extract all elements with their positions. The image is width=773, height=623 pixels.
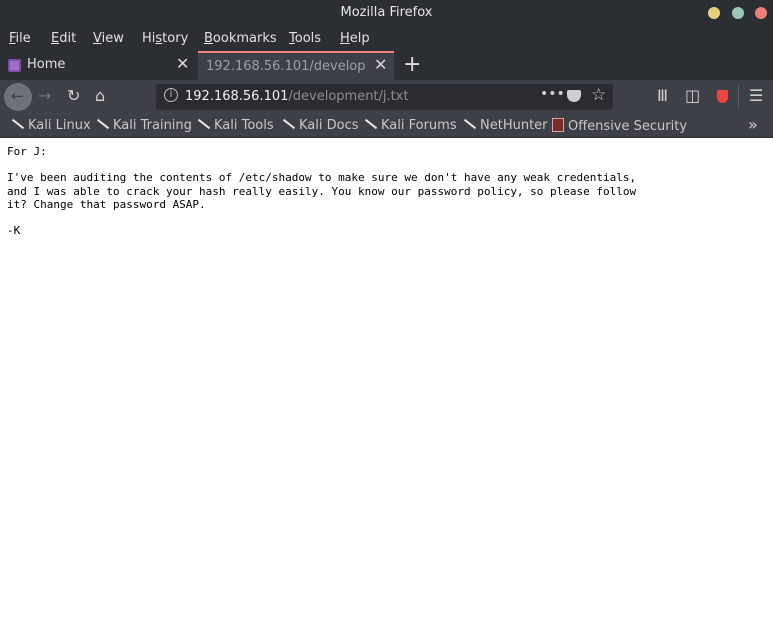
bookmarks-toolbar: Kali Linux Kali Training Kali Tools Kali… xyxy=(0,114,773,138)
menu-view[interactable]: View xyxy=(93,31,124,46)
page-content: For J: I've been auditing the contents o… xyxy=(0,138,773,623)
back-button[interactable]: ← xyxy=(4,83,32,111)
pocket-icon[interactable] xyxy=(567,90,581,102)
bookmark-kali-training[interactable]: Kali Training xyxy=(95,118,192,133)
kali-dragon-icon xyxy=(363,118,377,130)
kali-dragon-icon xyxy=(95,118,109,130)
text-document: For J: I've been auditing the contents o… xyxy=(7,145,637,238)
bookmark-kali-docs[interactable]: Kali Docs xyxy=(281,118,359,133)
menu-history[interactable]: History xyxy=(142,31,188,46)
page-actions-icon[interactable]: ••• xyxy=(540,86,565,102)
bookmark-nethunter[interactable]: NetHunter xyxy=(462,118,548,133)
menu-tools[interactable]: Tools xyxy=(289,31,321,46)
back-icon: ← xyxy=(11,87,24,105)
toolbar-separator xyxy=(738,86,739,108)
reload-icon[interactable]: ↻ xyxy=(67,86,80,105)
tab-bar: Home ✕ 192.168.56.101/developmen ✕ + xyxy=(0,51,773,80)
bookmark-star-icon[interactable]: ☆ xyxy=(591,85,606,105)
library-icon[interactable]: Ⅲ xyxy=(657,86,668,105)
tab-home[interactable]: Home ✕ xyxy=(0,51,198,80)
tab-development[interactable]: 192.168.56.101/developmen ✕ xyxy=(198,51,394,80)
forward-icon[interactable]: → xyxy=(38,86,51,105)
menu-edit[interactable]: Edit xyxy=(51,31,76,46)
bookmark-kali-forums[interactable]: Kali Forums xyxy=(363,118,457,133)
kali-dragon-icon xyxy=(10,118,24,130)
close-tab-icon[interactable]: ✕ xyxy=(176,54,189,73)
maximize-button[interactable] xyxy=(732,7,744,19)
hamburger-menu-icon[interactable]: ☰ xyxy=(749,86,763,105)
kali-dragon-icon xyxy=(196,118,210,130)
menu-help[interactable]: Help xyxy=(340,31,370,46)
url-bar[interactable]: i 192.168.56.101/development/j.txt ••• ☆ xyxy=(156,84,613,110)
home-page-favicon-icon xyxy=(8,59,21,72)
sidebar-icon[interactable]: ◫ xyxy=(685,86,700,105)
close-window-button[interactable] xyxy=(755,7,767,19)
kali-dragon-icon xyxy=(281,118,295,130)
menu-file[interactable]: File xyxy=(9,31,31,46)
offsec-icon xyxy=(552,118,564,132)
ublock-icon[interactable] xyxy=(717,90,728,103)
kali-dragon-icon xyxy=(462,118,476,130)
title-bar: Mozilla Firefox xyxy=(0,0,773,26)
new-tab-button[interactable]: + xyxy=(403,52,421,77)
home-icon[interactable]: ⌂ xyxy=(95,86,105,105)
tab-label: 192.168.56.101/developmen xyxy=(206,59,366,74)
menu-bookmarks[interactable]: Bookmarks xyxy=(204,31,277,46)
bookmark-kali-tools[interactable]: Kali Tools xyxy=(196,118,274,133)
window-title: Mozilla Firefox xyxy=(340,5,433,20)
info-icon[interactable]: i xyxy=(164,88,178,102)
bookmarks-overflow-icon[interactable]: » xyxy=(748,115,758,134)
url-text[interactable]: 192.168.56.101/development/j.txt xyxy=(185,89,409,104)
close-tab-icon[interactable]: ✕ xyxy=(374,55,387,74)
menu-bar: File Edit View History Bookmarks Tools H… xyxy=(0,26,773,51)
tab-label: Home xyxy=(27,57,66,72)
bookmark-offensive-security[interactable]: Offensive Security xyxy=(552,118,687,134)
bookmark-kali-linux[interactable]: Kali Linux xyxy=(10,118,91,133)
minimize-button[interactable] xyxy=(708,7,720,19)
navigation-bar: ← → ↻ ⌂ i 192.168.56.101/development/j.t… xyxy=(0,80,773,114)
